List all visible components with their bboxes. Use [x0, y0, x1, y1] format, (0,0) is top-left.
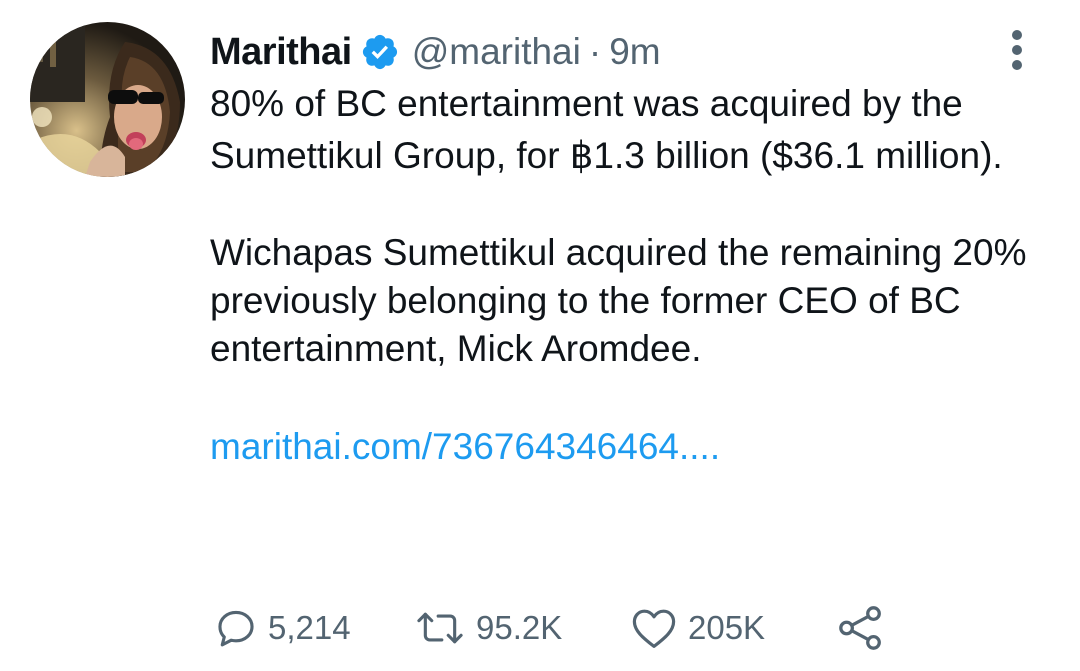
tweet-text-paragraph-2: Wichapas Sumettikul acquired the remaini… — [210, 232, 1027, 369]
tweet-body: 80% of BC entertainment was acquired by … — [210, 78, 1050, 471]
display-name[interactable]: Marithai — [210, 31, 352, 74]
heart-icon — [632, 609, 676, 648]
tweet-actions: 5,214 95.2K 205K — [214, 603, 914, 653]
retweet-count: 95.2K — [476, 609, 563, 646]
tweet-card: Marithai @marithai · 9m 80% of BC entert… — [0, 0, 1080, 671]
retweet-icon — [417, 612, 463, 644]
more-dot — [1012, 45, 1022, 55]
verified-badge-icon — [360, 32, 400, 72]
reply-button[interactable]: 5,214 — [214, 603, 351, 653]
reply-count: 5,214 — [268, 609, 351, 646]
retweet-button[interactable]: 95.2K — [414, 603, 562, 653]
tweet-text-paragraph-1: 80% of BC entertainment was acquired by … — [210, 83, 1003, 176]
more-dot — [1012, 30, 1022, 40]
more-options-icon[interactable] — [1002, 30, 1032, 70]
more-dot — [1012, 60, 1022, 70]
tweet-link[interactable]: marithai.com/736764346464.... — [210, 423, 1050, 471]
tweet-header: Marithai @marithai · 9m — [210, 26, 661, 78]
header-separator: · — [588, 31, 602, 72]
author-handle[interactable]: @marithai — [412, 31, 581, 73]
tweet-timestamp[interactable]: 9m — [609, 31, 660, 73]
share-button[interactable] — [836, 603, 886, 653]
like-button[interactable]: 205K — [630, 603, 765, 653]
avatar[interactable] — [30, 22, 185, 177]
like-count: 205K — [688, 609, 766, 646]
reply-icon — [218, 610, 254, 647]
avatar-image — [30, 22, 185, 177]
share-icon — [839, 606, 881, 650]
